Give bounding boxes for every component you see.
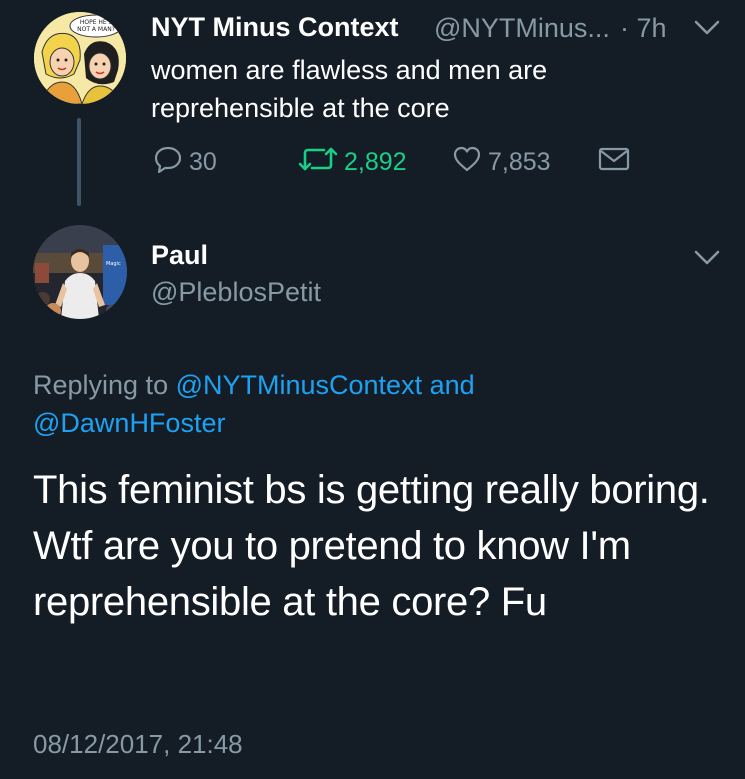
- avatar-nyt-minus-context[interactable]: HOPE HE'S NOT A MAN?: [34, 12, 126, 104]
- retweet-button[interactable]: 2,892: [298, 145, 407, 179]
- parent-author-handle[interactable]: @NYTMinus...: [434, 13, 610, 44]
- chevron-down-icon[interactable]: [694, 20, 720, 41]
- direct-message-button[interactable]: [598, 145, 630, 179]
- reply-author-handle[interactable]: @PleblosPetit: [151, 277, 321, 308]
- reply-tweet-text: This feminist bs is getting really borin…: [33, 468, 710, 624]
- reply-timestamp: 08/12/2017, 21:48: [33, 729, 243, 759]
- svg-text:HOPE HE'S: HOPE HE'S: [80, 19, 113, 26]
- retweet-count: 2,892: [344, 147, 407, 176]
- parent-author-name[interactable]: NYT Minus Context: [151, 12, 399, 43]
- reply-count: 30: [189, 147, 217, 176]
- retweet-icon: [298, 145, 338, 180]
- replying-to-label: Replying to: [33, 370, 176, 400]
- svg-text:NOT A MAN?: NOT A MAN?: [77, 26, 115, 33]
- mention-link[interactable]: @DawnHFoster: [33, 408, 225, 438]
- reply-button[interactable]: 30: [153, 145, 217, 179]
- heart-icon: [452, 145, 482, 180]
- mention-link[interactable]: @NYTMinusContext: [176, 370, 422, 400]
- envelope-icon: [598, 146, 630, 179]
- reply-icon: [153, 145, 183, 180]
- like-count: 7,853: [488, 147, 551, 176]
- replying-to-line: Replying to @NYTMinusContext and @DawnHF…: [33, 366, 653, 442]
- like-button[interactable]: 7,853: [452, 145, 551, 179]
- parent-tweet-text: women are flawless and men are reprehens…: [151, 55, 548, 123]
- chevron-down-icon[interactable]: [694, 250, 720, 271]
- reply-author-name[interactable]: Paul: [151, 240, 208, 271]
- replying-and-label: and: [422, 370, 475, 400]
- svg-text:Magic: Magic: [106, 261, 121, 267]
- thread-connector-line: [77, 118, 81, 206]
- parent-tweet-time: · 7h: [620, 13, 667, 43]
- avatar-paul[interactable]: Magic: [33, 225, 127, 319]
